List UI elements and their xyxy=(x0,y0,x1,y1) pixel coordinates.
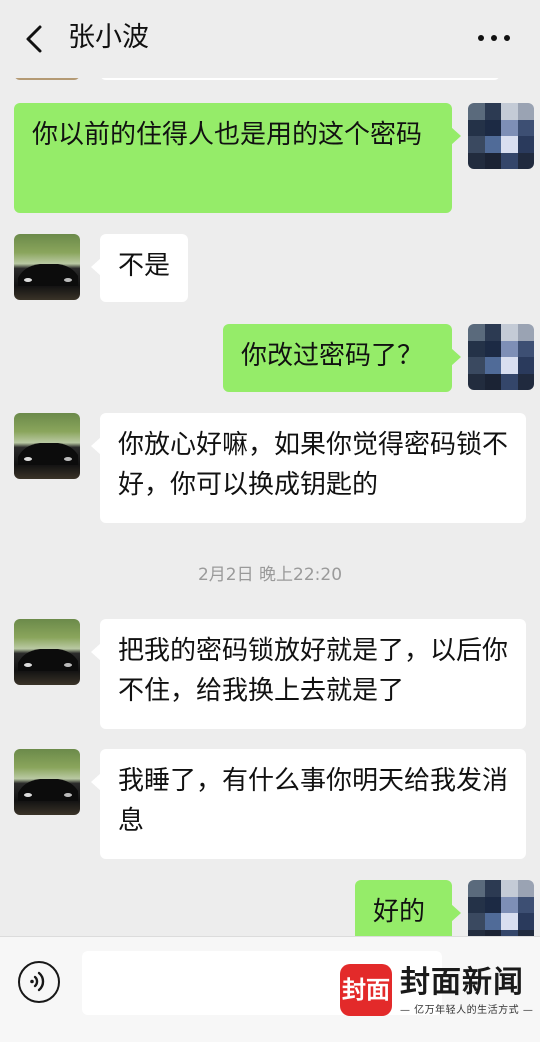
message-bubble-received[interactable]: 我睡了，有什么事你明天给我发消息 xyxy=(91,749,526,859)
contact-avatar[interactable] xyxy=(14,619,80,685)
voice-icon xyxy=(30,971,45,992)
message-bubble-sent[interactable]: 你改过密码了？ xyxy=(223,324,461,392)
back-arrow-icon[interactable] xyxy=(22,24,46,54)
timestamp: 2月2日 晚上22:20 xyxy=(197,565,343,585)
message-bubble-received[interactable]: 你放心好嘛，如果你觉得密码锁不好，你可以换成钥匙的 xyxy=(91,413,526,523)
message-bubble-sent[interactable]: 你以前的住得人也是用的这个密码 xyxy=(14,103,461,213)
watermark-logo: 封面 xyxy=(340,964,392,1016)
more-dots-icon[interactable] xyxy=(478,35,510,43)
self-avatar[interactable] xyxy=(468,103,534,169)
voice-button[interactable] xyxy=(18,961,60,1003)
contact-avatar[interactable] xyxy=(14,749,80,815)
watermark-slogan: — 亿万年轻人的生活方式 — xyxy=(400,1005,534,1016)
self-avatar[interactable] xyxy=(468,324,534,390)
chat-header: 张小波 xyxy=(0,0,540,78)
message-bubble-received[interactable]: 不是 xyxy=(91,234,188,302)
contact-avatar[interactable] xyxy=(14,234,80,300)
contact-name-title: 张小波 xyxy=(68,22,149,53)
watermark-name: 封面新闻 xyxy=(400,965,524,1000)
contact-avatar[interactable] xyxy=(14,413,80,479)
message-bubble-sent[interactable]: 好的 xyxy=(355,880,461,936)
self-avatar[interactable] xyxy=(468,880,534,936)
chat-area[interactable]: 你以前的住得人也是用的这个密码 不是 你改过密码了？ 你放心好嘛，如果你觉得密码… xyxy=(0,0,540,936)
message-bubble-received[interactable]: 把我的密码锁放好就是了，以后你不住，给我换上去就是了 xyxy=(91,619,526,729)
